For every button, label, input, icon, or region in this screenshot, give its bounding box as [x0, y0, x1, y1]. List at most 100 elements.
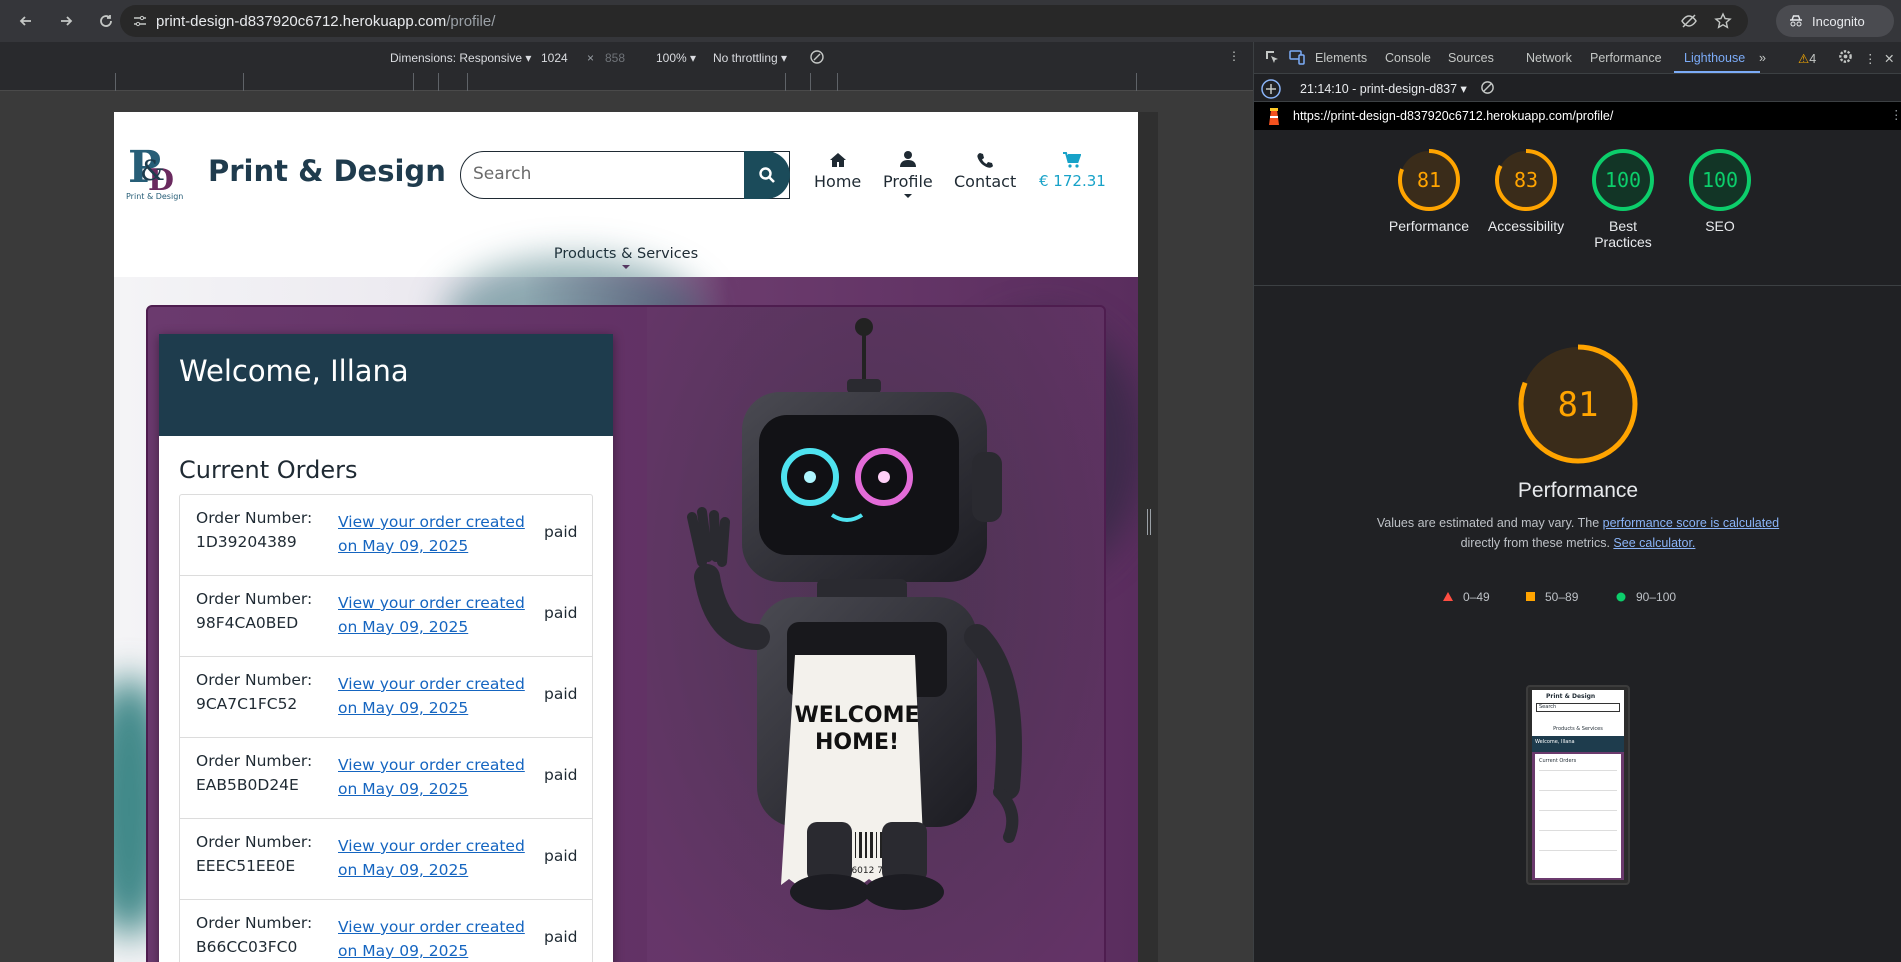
site-logo[interactable]: P D & Print & Design [126, 142, 188, 204]
order-status: paid [544, 604, 578, 622]
device-toggle-icon[interactable] [1289, 49, 1305, 68]
settings-gear-icon[interactable] [1838, 49, 1853, 67]
incognito-badge[interactable]: Incognito [1776, 5, 1894, 37]
score-calculated-link[interactable]: performance score is calculated [1603, 516, 1779, 530]
back-icon[interactable] [12, 7, 40, 35]
times-sign: × [587, 51, 595, 65]
tab-lighthouse[interactable]: Lighthouse [1684, 51, 1745, 65]
nav-contact-label: Contact [954, 172, 1017, 191]
welcome-heading: Welcome, Illana [159, 334, 613, 436]
brand-name[interactable]: Print & Design [208, 154, 446, 188]
viewport-edge [1138, 112, 1158, 962]
big-performance-gauge: 81 [1518, 344, 1638, 464]
lighthouse-toolbar: 21:14:10 - print-design-d837 ▾ [1254, 74, 1901, 102]
customize-menu-icon[interactable]: ⋮ [1864, 51, 1877, 66]
list-item: Order Number: EAB5B0D24E View your order … [180, 738, 592, 819]
address-bar[interactable]: print-design-d837920c6712.herokuapp.com /… [120, 5, 1748, 37]
media-query-ruler [0, 73, 1253, 91]
note-middle: directly from these metrics. [1460, 536, 1614, 550]
big-score-value: 81 [1558, 385, 1599, 425]
page-screenshot-thumbnail[interactable]: Print & Design Search Products & Service… [1526, 685, 1630, 885]
order-link[interactable]: View your order created on May 09, 2025 [338, 753, 544, 801]
gauge-value: 81 [1417, 168, 1441, 192]
lighthouse-icon [1266, 107, 1282, 128]
bookmark-star-icon[interactable] [1714, 12, 1732, 35]
tab-elements[interactable]: Elements [1315, 51, 1367, 65]
thumb-subnav: Products & Services [1553, 726, 1603, 732]
thumb-orders-title: Current Orders [1539, 758, 1577, 764]
rotate-icon[interactable] [808, 48, 826, 69]
url-menu-icon[interactable]: ⋮ [1890, 107, 1901, 122]
user-icon [899, 151, 916, 167]
clear-icon[interactable] [1480, 80, 1495, 98]
dimensions-select[interactable]: Dimensions: Responsive ▾ [390, 51, 531, 65]
average-square-icon [1526, 591, 1536, 605]
more-options-icon[interactable]: ⋮ [1228, 49, 1240, 63]
search-icon [759, 167, 775, 183]
order-link[interactable]: View your order created on May 09, 2025 [338, 834, 544, 882]
order-link[interactable]: View your order created on May 09, 2025 [338, 672, 544, 720]
order-number-label: Order Number: [196, 752, 313, 770]
order-number-label: Order Number: [196, 671, 313, 689]
more-tabs-icon[interactable]: » [1759, 51, 1766, 65]
tab-performance[interactable]: Performance [1590, 51, 1662, 65]
close-devtools-icon[interactable]: ✕ [1884, 51, 1894, 66]
gauge-label: SEO [1705, 218, 1735, 234]
order-number: Order Number: 9CA7C1FC52 [196, 668, 326, 716]
thumb-brand: Print & Design [1546, 693, 1596, 700]
big-score-title: Performance [1517, 479, 1639, 502]
order-status: paid [544, 523, 578, 541]
devtools-tabbar: Elements Console Sources Network Perform… [1254, 42, 1901, 74]
nav-cart[interactable]: € 172.31 [1039, 152, 1106, 190]
order-number: Order Number: 1D39204389 [196, 506, 326, 554]
list-item: Order Number: 98F4CA0BED View your order … [180, 576, 592, 657]
fail-triangle-icon [1443, 591, 1453, 605]
dimensions-label: Dimensions: Responsive [390, 51, 523, 65]
gauge-value: 100 [1702, 168, 1738, 192]
search-button[interactable] [744, 151, 790, 199]
search-input[interactable]: Search [460, 151, 790, 199]
gauge-accessibility[interactable]: 83 Accessibility [1471, 148, 1581, 234]
see-calculator-link[interactable]: See calculator. [1613, 536, 1695, 550]
performance-summary: 81 Performance Values are estimated and … [1254, 342, 1901, 553]
tab-network[interactable]: Network [1526, 51, 1572, 65]
inspect-element-icon[interactable] [1264, 49, 1280, 68]
order-number-value: 98F4CA0BED [196, 614, 299, 632]
throttling-select[interactable]: No throttling ▾ [713, 51, 787, 65]
nav-home[interactable]: Home [814, 152, 861, 191]
order-status: paid [544, 766, 578, 784]
device-toolbar: Dimensions: Responsive ▾ 1024 × 858 100%… [0, 42, 1253, 74]
report-select[interactable]: 21:14:10 - print-design-d837 ▾ [1300, 81, 1467, 96]
report-url[interactable]: https://print-design-d837920c6712.heroku… [1293, 109, 1613, 123]
incognito-icon [1790, 15, 1802, 27]
gauge-best-practices[interactable]: 100 Best Practices [1568, 148, 1678, 250]
robot-illustration: WELCOME HOME! 16-6 9 6012 781 [647, 307, 1104, 962]
order-link[interactable]: View your order created on May 09, 2025 [338, 915, 544, 962]
new-report-icon[interactable] [1260, 78, 1282, 103]
gauge-performance[interactable]: 81 Performance [1374, 148, 1484, 234]
order-link[interactable]: View your order created on May 09, 2025 [338, 591, 544, 639]
tab-sources[interactable]: Sources [1448, 51, 1494, 65]
legend-orange: 50–89 [1545, 590, 1579, 604]
site-info-icon[interactable] [132, 13, 148, 29]
order-link[interactable]: View your order created on May 09, 2025 [338, 510, 544, 558]
orders-card: Welcome, Illana Current Orders Order Num… [159, 334, 613, 962]
order-status: paid [544, 847, 578, 865]
reload-icon[interactable] [92, 7, 120, 35]
zoom-select[interactable]: 100% ▾ [656, 51, 696, 65]
warning-icon[interactable]: ⚠4 [1798, 51, 1816, 66]
width-input[interactable]: 1024 [541, 51, 568, 65]
gauge-seo[interactable]: 100 SEO [1665, 148, 1775, 234]
search-placeholder: Search [473, 164, 532, 184]
forward-icon[interactable] [52, 7, 80, 35]
order-number-value: EEEC51EE0E [196, 857, 296, 875]
nav-contact[interactable]: Contact [954, 152, 1016, 191]
order-number: Order Number: 98F4CA0BED [196, 587, 326, 635]
list-item: Order Number: B66CC03FC0 View your order … [180, 900, 592, 962]
eye-off-icon[interactable] [1680, 12, 1698, 35]
nav-profile[interactable]: Profile [883, 150, 933, 198]
tab-console[interactable]: Console [1385, 51, 1431, 65]
resize-handle[interactable] [1147, 509, 1151, 535]
height-input[interactable]: 858 [605, 51, 625, 65]
cart-icon [1063, 152, 1082, 168]
